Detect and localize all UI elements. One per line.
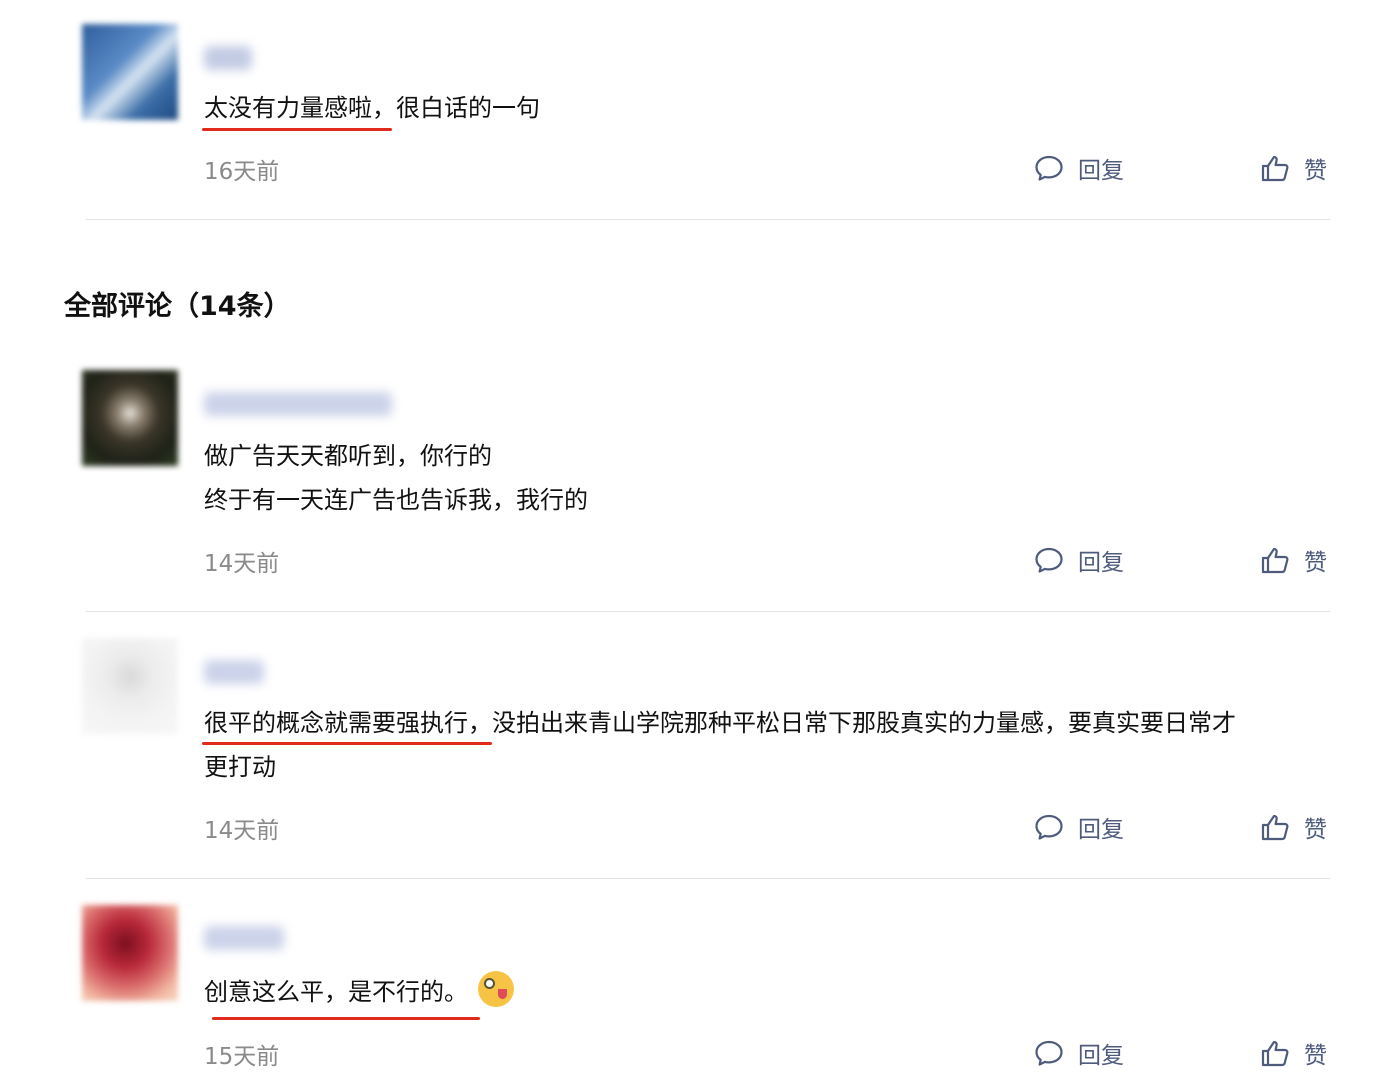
reply-label: 回复: [1078, 817, 1124, 843]
comment-text: 很平的概念就需要强执行，没拍出来青山学院那种平松日常下那股真实的力量感，要真实要…: [204, 701, 1318, 789]
comment-text: 创意这么平，是不行的。: [204, 970, 1318, 1014]
divider: [86, 878, 1330, 879]
comment-meta: 16天前 回复 赞: [204, 148, 1330, 188]
reply-label: 回复: [1078, 550, 1124, 576]
like-label: 赞: [1304, 1043, 1327, 1069]
comment-text: 太没有力量感啦，很白话的一句: [204, 86, 1318, 130]
reply-button[interactable]: 回复: [1034, 540, 1124, 580]
comment-bubble-icon: [1034, 154, 1078, 182]
comment-text-line: 终于有一天连广告也告诉我，我行的: [204, 486, 588, 514]
avatar[interactable]: [82, 638, 178, 734]
thumbs-up-icon: [1260, 812, 1304, 842]
winking-tongue-emoji: [478, 971, 514, 1007]
comment-text-line: 很平的概念就需要强执行，没拍出来青山学院那种平松日常下那股真实的力量感，要真实要…: [204, 709, 1236, 737]
reply-button[interactable]: 回复: [1034, 148, 1124, 188]
comment-bubble-icon: [1034, 813, 1078, 841]
timestamp: 14天前: [204, 551, 280, 577]
comment-bubble-icon: [1034, 546, 1078, 574]
highlight-underline: [212, 1017, 480, 1020]
comment-text: 做广告天天都听到，你行的 终于有一天连广告也告诉我，我行的: [204, 434, 1318, 522]
comment-text-span: 创意这么平，是不行的。: [204, 978, 468, 1006]
divider: [86, 611, 1330, 612]
username[interactable]: [204, 660, 264, 684]
avatar[interactable]: [82, 24, 178, 120]
reply-button[interactable]: 回复: [1034, 1033, 1124, 1073]
comment-text-line: 更打动: [204, 753, 276, 781]
comment-meta: 15天前 回复 赞: [204, 1033, 1330, 1073]
comment-text-line: 创意这么平，是不行的。: [204, 970, 1318, 1014]
timestamp: 14天前: [204, 818, 280, 844]
username[interactable]: [204, 926, 284, 950]
like-button[interactable]: 赞: [1260, 148, 1327, 188]
thumbs-up-icon: [1260, 545, 1304, 575]
like-button[interactable]: 赞: [1260, 807, 1327, 847]
thumbs-up-icon: [1260, 153, 1304, 183]
comment-meta: 14天前 回复 赞: [204, 540, 1330, 580]
like-button[interactable]: 赞: [1260, 540, 1327, 580]
section-title: 全部评论（14条）: [64, 291, 291, 322]
highlight-underline: [202, 128, 392, 131]
username[interactable]: [204, 46, 252, 70]
avatar[interactable]: [82, 905, 178, 1001]
highlight-underline: [202, 742, 492, 745]
comment-text-line: 太没有力量感啦，很白话的一句: [204, 94, 540, 122]
reply-label: 回复: [1078, 1043, 1124, 1069]
like-button[interactable]: 赞: [1260, 1033, 1327, 1073]
like-label: 赞: [1304, 550, 1327, 576]
avatar[interactable]: [82, 370, 178, 466]
comment-bubble-icon: [1034, 1039, 1078, 1067]
timestamp: 16天前: [204, 159, 280, 185]
thumbs-up-icon: [1260, 1038, 1304, 1068]
username[interactable]: [204, 392, 392, 416]
like-label: 赞: [1304, 817, 1327, 843]
reply-label: 回复: [1078, 158, 1124, 184]
timestamp: 15天前: [204, 1044, 280, 1070]
divider: [86, 219, 1330, 220]
comment-text-line: 做广告天天都听到，你行的: [204, 442, 492, 470]
reply-button[interactable]: 回复: [1034, 807, 1124, 847]
comment-meta: 14天前 回复 赞: [204, 807, 1330, 847]
like-label: 赞: [1304, 158, 1327, 184]
